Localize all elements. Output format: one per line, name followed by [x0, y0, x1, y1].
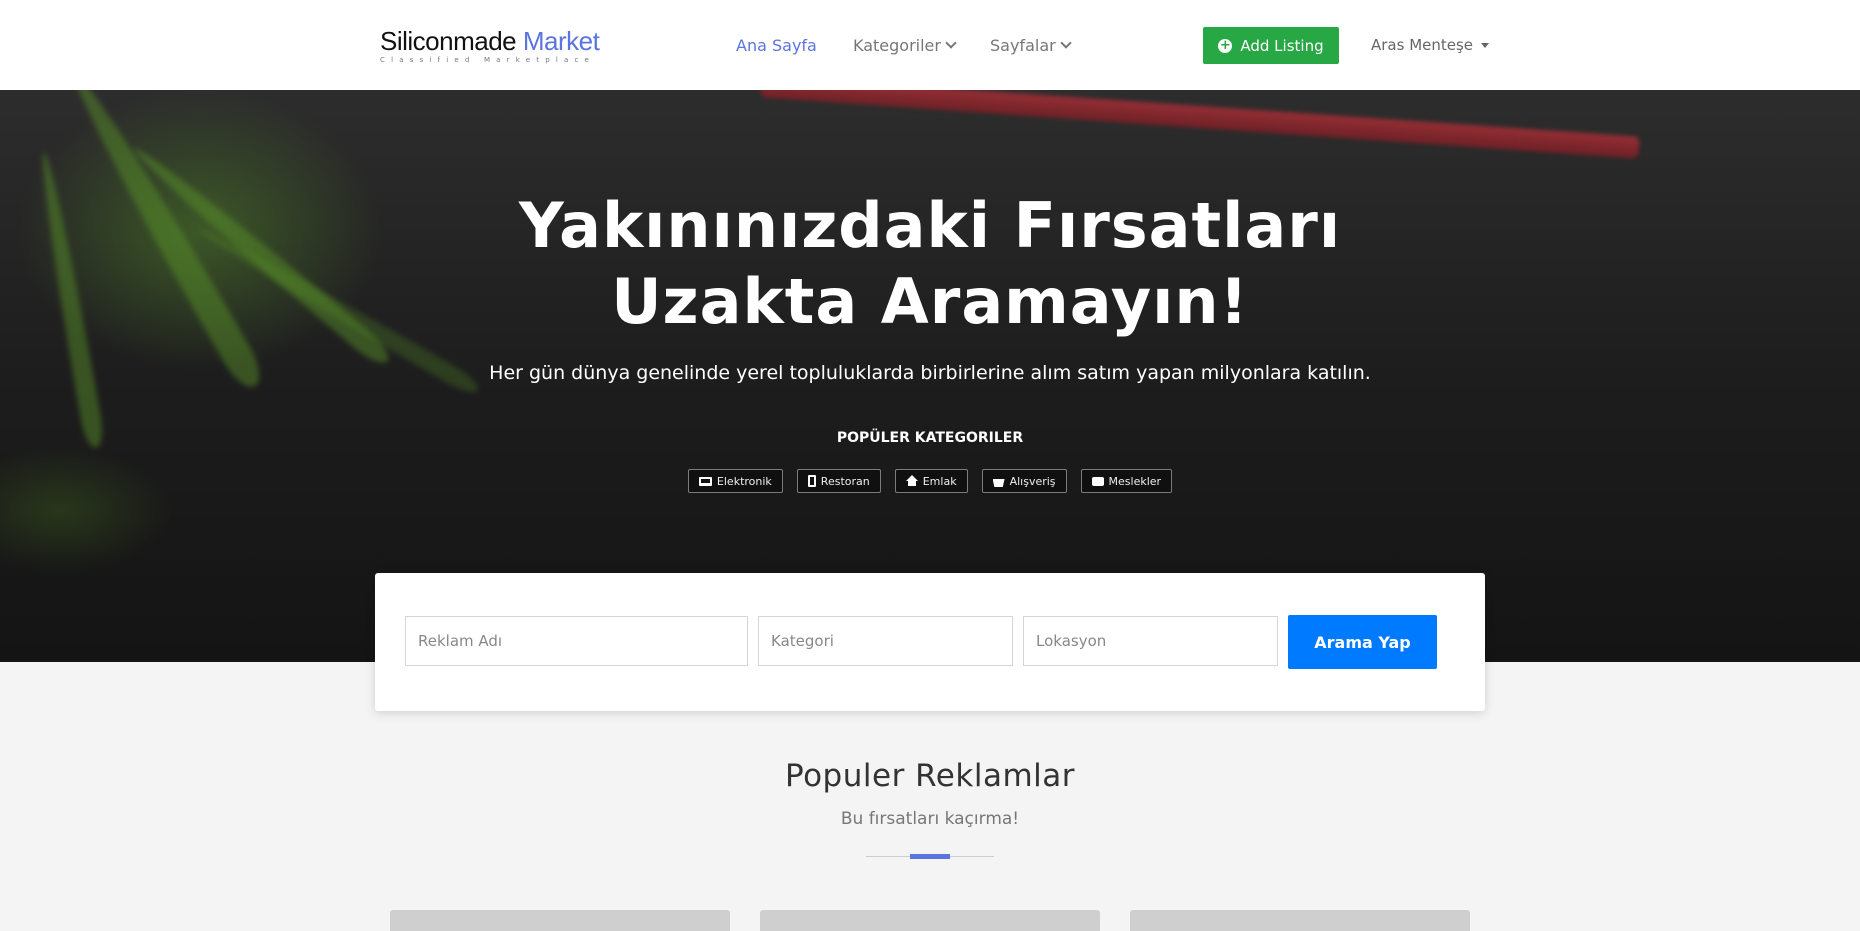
nav-home[interactable]: Ana Sayfa [736, 0, 817, 90]
house-icon [905, 475, 918, 486]
background-pencil [760, 90, 1640, 159]
category-electronics[interactable]: Elektronik [687, 469, 783, 493]
popular-ads-subtitle: Bu fırsatları kaçırma! [840, 809, 1020, 829]
section-divider-accent [910, 854, 950, 859]
category-real-estate[interactable]: Emlak [894, 469, 968, 493]
listing-card[interactable] [760, 910, 1100, 931]
search-button[interactable]: Arama Yap [1288, 615, 1437, 669]
logo-text: Siliconmade Market [380, 26, 600, 56]
basket-icon [992, 479, 1005, 487]
chevron-down-icon [945, 36, 957, 49]
chevron-down-icon [1060, 36, 1072, 49]
ad-name-input[interactable] [405, 616, 748, 666]
briefcase-icon [1091, 476, 1104, 486]
popular-categories-title: POPÜLER KATEGORILER [836, 430, 1024, 446]
listing-card[interactable] [1130, 910, 1470, 931]
laptop-icon [698, 476, 712, 486]
user-menu[interactable]: Aras Menteşe [1371, 0, 1490, 90]
category-input[interactable] [758, 616, 1013, 666]
nav-categories[interactable]: Kategoriler [853, 0, 957, 90]
category-professions[interactable]: Meslekler [1080, 469, 1173, 493]
phone-icon [807, 475, 816, 487]
category-shopping[interactable]: Alışveriş [981, 469, 1067, 493]
search-panel: Arama Yap [375, 573, 1485, 711]
site-header: Siliconmade Market Classified Marketplac… [0, 0, 1860, 90]
location-input[interactable] [1023, 616, 1278, 666]
user-name: Aras Menteşe [1371, 36, 1474, 54]
popular-categories: Elektronik Restoran Emlak Alışveriş Mesl… [0, 469, 1860, 493]
popular-ads-title: Populer Reklamlar [785, 758, 1075, 794]
hero-subtitle: Her gün dünya genelinde yerel toplulukla… [489, 362, 1371, 384]
nav-pages[interactable]: Sayfalar [990, 0, 1072, 90]
hero-title: Yakınınızdaki Fırsatları Uzakta Aramayın… [518, 189, 1342, 338]
add-listing-button[interactable]: + Add Listing [1203, 27, 1339, 64]
category-restaurant[interactable]: Restoran [796, 469, 881, 493]
site-logo[interactable]: Siliconmade Market Classified Marketplac… [380, 26, 600, 64]
listing-card[interactable] [390, 910, 730, 931]
plus-circle-icon: + [1218, 37, 1233, 53]
logo-tagline: Classified Marketplace [380, 56, 596, 64]
caret-down-icon [1481, 42, 1490, 48]
